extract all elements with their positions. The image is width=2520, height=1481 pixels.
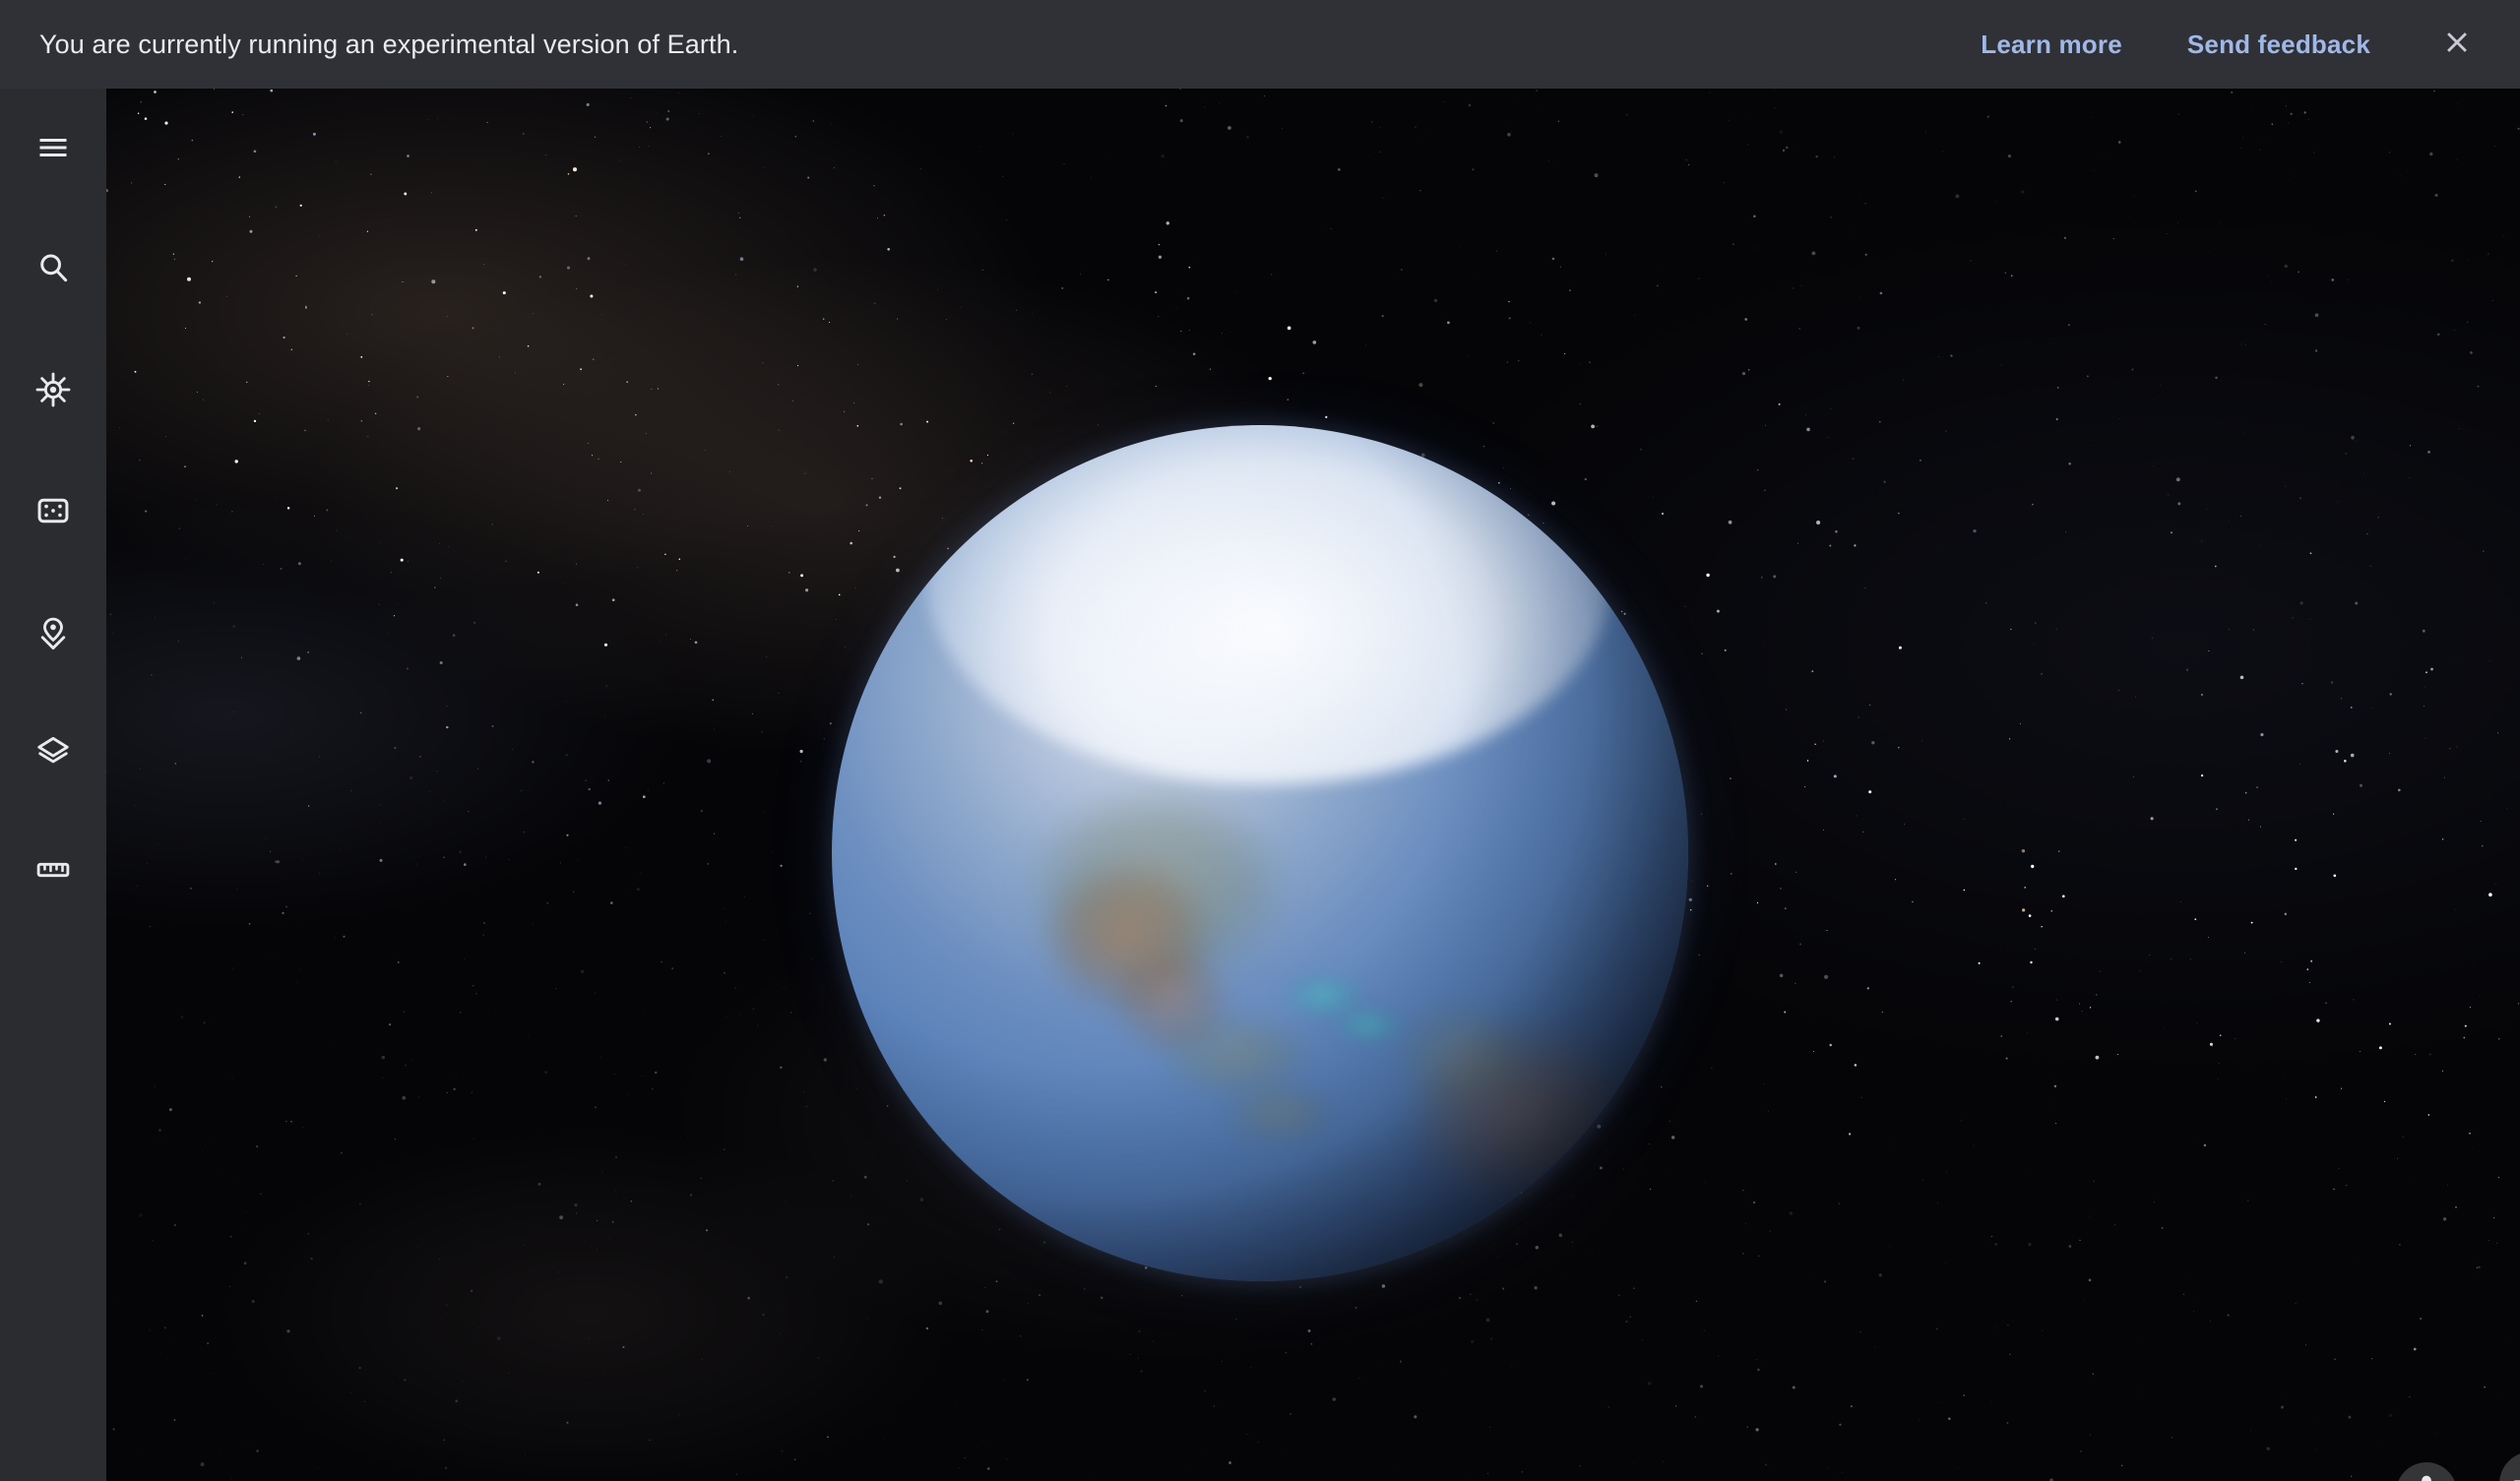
globe-surface	[832, 425, 1688, 1281]
dice-icon	[34, 492, 72, 529]
left-toolbar	[0, 89, 106, 1481]
sidebar-item-map-style[interactable]	[0, 714, 106, 789]
search-icon	[34, 249, 72, 286]
earth-globe[interactable]	[812, 405, 1708, 1301]
sidebar-item-projects[interactable]	[0, 596, 106, 671]
banner-close-button[interactable]	[2431, 19, 2483, 70]
close-icon	[2440, 26, 2474, 64]
sidebar-item-feeling-lucky[interactable]	[0, 473, 106, 548]
sidebar-item-menu[interactable]	[0, 110, 106, 185]
sidebar-item-measure[interactable]	[0, 833, 106, 907]
my-location-crosshair-icon	[2512, 1462, 2520, 1481]
learn-more-link[interactable]: Learn more	[1965, 20, 2138, 70]
earth-app: You are currently running an experimenta…	[0, 0, 2520, 1481]
layers-icon	[34, 733, 72, 771]
banner-message: You are currently running an experimenta…	[39, 29, 739, 59]
sidebar-item-voyager[interactable]	[0, 352, 106, 427]
send-feedback-link[interactable]: Send feedback	[2172, 20, 2386, 70]
map-viewport[interactable]: 3D	[106, 89, 2520, 1481]
ruler-icon	[34, 851, 72, 889]
pegman-icon	[2408, 1472, 2445, 1481]
hamburger-menu-icon	[35, 130, 71, 165]
map-pin-bookmark-icon	[34, 615, 72, 652]
experimental-version-banner: You are currently running an experimenta…	[0, 0, 2520, 89]
terminator-shadow	[832, 425, 1688, 1281]
banner-actions: Learn more Send feedback	[1965, 19, 2520, 70]
ships-wheel-icon	[33, 370, 73, 409]
sidebar-item-search[interactable]	[0, 230, 106, 305]
